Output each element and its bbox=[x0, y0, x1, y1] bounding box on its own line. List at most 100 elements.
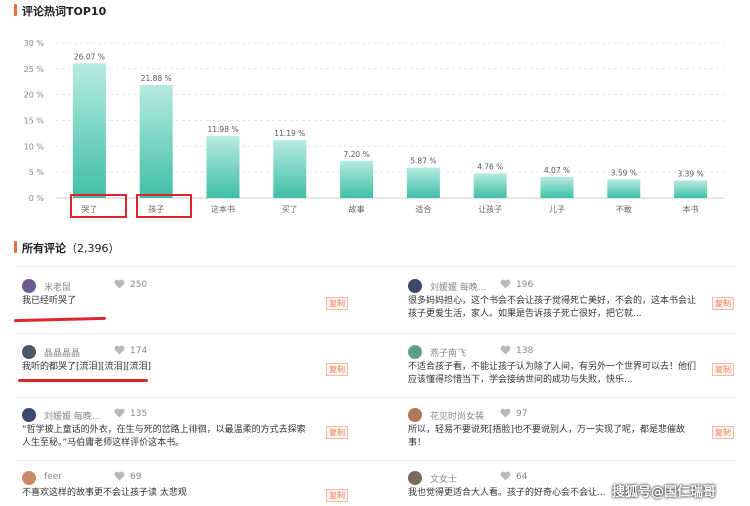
avatar[interactable] bbox=[408, 279, 422, 293]
annotation-underline bbox=[18, 379, 148, 382]
comment-card: 晶晶晶晶 174 我听的都哭了[流泪][流泪][流泪] 复制 bbox=[22, 345, 362, 405]
avatar[interactable] bbox=[408, 471, 422, 485]
heart-icon[interactable] bbox=[500, 345, 511, 355]
x-tick-label: 不敢 bbox=[616, 204, 632, 214]
comment-username[interactable]: 晶晶晶晶 bbox=[44, 346, 80, 359]
comment-username[interactable]: 燕子南飞 bbox=[430, 346, 466, 359]
bar-value-label: 11.98 % bbox=[208, 125, 239, 134]
y-tick-label: 30 % bbox=[24, 39, 45, 48]
avatar[interactable] bbox=[408, 408, 422, 422]
x-tick-label: 适合 bbox=[415, 204, 431, 214]
x-tick-label: 故事 bbox=[349, 204, 365, 214]
comment-username[interactable]: 刘媛媛 每晚... bbox=[44, 409, 100, 422]
comments-title-text: 所有评论 bbox=[22, 242, 66, 255]
bar-让孩子[interactable] bbox=[473, 173, 507, 198]
hot-words-bar-chart: 0 %5 %10 %15 %20 %25 %30 %26.07 %哭了21.88… bbox=[24, 39, 724, 214]
copy-button[interactable]: 复制 bbox=[326, 489, 348, 502]
avatar[interactable] bbox=[22, 408, 36, 422]
bar-儿子[interactable] bbox=[540, 176, 574, 198]
comments-count: （2,396） bbox=[66, 242, 120, 255]
comment-card: 刘媛媛 每晚... 196 很多妈妈担心，这个书会不会让孩子觉得死亡美好，不会的… bbox=[408, 279, 748, 339]
bar-哭了[interactable] bbox=[72, 63, 106, 199]
heart-icon[interactable] bbox=[114, 408, 125, 418]
heart-icon[interactable] bbox=[500, 408, 511, 418]
highlight-box-child bbox=[136, 194, 192, 218]
comment-username[interactable]: feer bbox=[44, 472, 62, 482]
hot-words-accent-bar bbox=[14, 4, 17, 16]
comments-accent-bar bbox=[14, 241, 17, 253]
like-count: 138 bbox=[516, 346, 534, 356]
like-count: 97 bbox=[516, 409, 528, 419]
comment-text: 所以，轻易不要说死[捂脸]也不要说别人，万一实现了呢，都是悲催故事！ bbox=[408, 425, 686, 448]
avatar[interactable] bbox=[22, 345, 36, 359]
comment-username[interactable]: 花见时尚女装 bbox=[430, 409, 484, 422]
bar-故事[interactable] bbox=[340, 160, 374, 198]
copy-button[interactable]: 复制 bbox=[712, 297, 734, 310]
bar-value-label: 3.59 % bbox=[611, 168, 637, 177]
avatar[interactable] bbox=[22, 279, 36, 293]
watermark: 搜狐号@国仁瑞哥 bbox=[612, 485, 717, 500]
like-count: 174 bbox=[130, 346, 148, 356]
bar-value-label: 3.39 % bbox=[677, 169, 703, 178]
like-count: 64 bbox=[516, 472, 528, 482]
copy-button[interactable]: 复制 bbox=[326, 297, 348, 310]
x-tick-label: 儿子 bbox=[549, 205, 565, 214]
comment-text: 不适合孩子看，不能让孩子认为除了人间，有另外一个世界可以去！他们应该懂得珍惜当下… bbox=[408, 362, 697, 385]
comments-title: 所有评论（2,396） bbox=[22, 240, 120, 256]
like-count: 250 bbox=[130, 280, 148, 290]
like-count: 196 bbox=[516, 280, 534, 290]
copy-button[interactable]: 复制 bbox=[712, 426, 734, 439]
heart-icon[interactable] bbox=[500, 279, 511, 289]
y-tick-label: 15 % bbox=[24, 117, 45, 126]
copy-button[interactable]: 复制 bbox=[712, 363, 734, 376]
bar-value-label: 21.88 % bbox=[141, 74, 172, 83]
heart-icon[interactable] bbox=[500, 471, 511, 481]
bar-这本书[interactable] bbox=[206, 136, 240, 198]
comment-text: 不喜欢这样的故事更不会让孩子读 太悲观 bbox=[22, 488, 187, 498]
x-tick-label: 买了 bbox=[282, 205, 298, 214]
comment-username[interactable]: 刘媛媛 每晚... bbox=[430, 280, 486, 293]
comment-text: 很多妈妈担心，这个书会不会让孩子觉得死亡美好，不会的，这本书会让孩子更爱生活，家… bbox=[408, 296, 697, 319]
bar-value-label: 5.87 % bbox=[410, 157, 436, 166]
comment-username[interactable]: 文女士 bbox=[430, 472, 457, 485]
y-tick-label: 20 % bbox=[24, 91, 45, 100]
x-tick-label: 这本书 bbox=[211, 204, 235, 214]
comment-card: 米老鼠 250 我已经听哭了 复制 bbox=[22, 279, 362, 339]
heart-icon[interactable] bbox=[114, 279, 125, 289]
heart-icon[interactable] bbox=[114, 345, 125, 355]
comment-card: 燕子南飞 138 不适合孩子看，不能让孩子认为除了人间，有另外一个世界可以去！他… bbox=[408, 345, 748, 405]
avatar[interactable] bbox=[408, 345, 422, 359]
comment-card: feer 69 不喜欢这样的故事更不会让孩子读 太悲观 复制 bbox=[22, 471, 362, 505]
bar-不敢[interactable] bbox=[607, 179, 641, 198]
y-tick-label: 0 % bbox=[29, 194, 45, 203]
bar-value-label: 26.07 % bbox=[74, 52, 105, 61]
bar-孩子[interactable] bbox=[139, 84, 173, 198]
comment-text: “哲学披上童话的外衣，在生与死的岔路上徘徊，以最温柔的方式去探索人生至秘。”马伯… bbox=[22, 425, 306, 448]
comment-card: 花见时尚女装 97 所以，轻易不要说死[捂脸]也不要说别人，万一实现了呢，都是悲… bbox=[408, 408, 748, 468]
heart-icon[interactable] bbox=[114, 471, 125, 481]
highlight-box-cry bbox=[70, 194, 127, 218]
bar-本书[interactable] bbox=[674, 180, 708, 198]
like-count: 135 bbox=[130, 409, 148, 419]
avatar[interactable] bbox=[22, 471, 36, 485]
copy-button[interactable]: 复制 bbox=[326, 363, 348, 376]
comment-text: 我已经听哭了 bbox=[22, 296, 77, 306]
y-tick-label: 5 % bbox=[29, 168, 45, 177]
comment-card: 刘媛媛 每晚... 135 “哲学披上童话的外衣，在生与死的岔路上徘徊，以最温柔… bbox=[22, 408, 362, 468]
bar-value-label: 7.20 % bbox=[343, 150, 369, 159]
y-tick-label: 25 % bbox=[24, 65, 45, 74]
bar-买了[interactable] bbox=[273, 140, 307, 198]
y-tick-label: 10 % bbox=[24, 142, 45, 151]
bar-value-label: 4.07 % bbox=[544, 166, 570, 175]
divider bbox=[14, 266, 736, 267]
bar-value-label: 4.76 % bbox=[477, 162, 503, 171]
x-tick-label: 让孩子 bbox=[478, 204, 502, 214]
comment-username[interactable]: 米老鼠 bbox=[44, 280, 71, 293]
comment-text: 我听的都哭了[流泪][流泪][流泪] bbox=[22, 362, 152, 372]
x-tick-label: 本书 bbox=[683, 204, 699, 214]
like-count: 69 bbox=[130, 472, 142, 482]
copy-button[interactable]: 复制 bbox=[326, 426, 348, 439]
bar-value-label: 11.19 % bbox=[274, 129, 305, 138]
bar-适合[interactable] bbox=[406, 167, 440, 198]
hot-words-title: 评论热词TOP10 bbox=[22, 5, 107, 18]
